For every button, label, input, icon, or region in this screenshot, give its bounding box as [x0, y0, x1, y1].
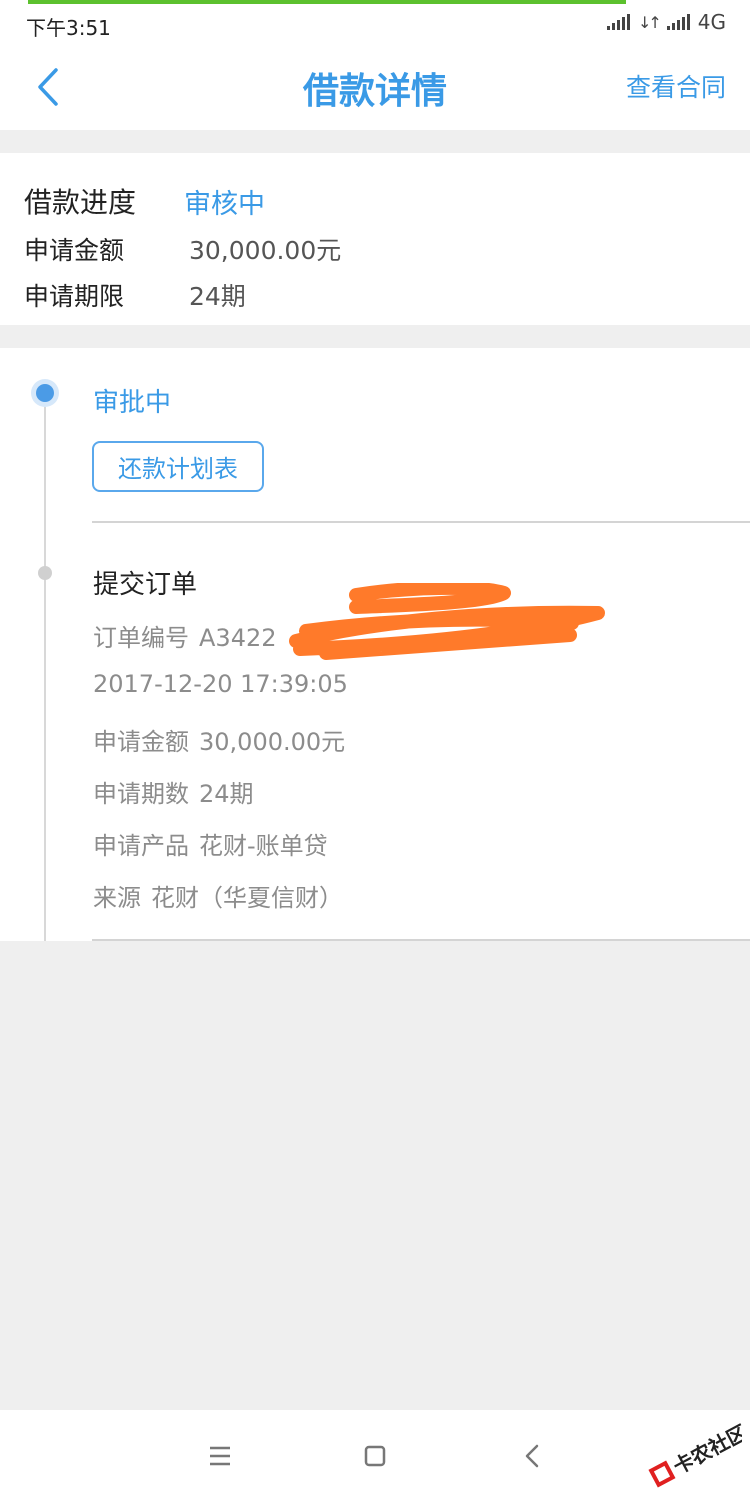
order-source-row: 来源 花财（华夏信财） — [93, 878, 343, 913]
order-amount-label: 申请金额 — [93, 728, 189, 756]
header: 借款详情 查看合同 — [0, 44, 750, 130]
timeline-dot — [38, 566, 52, 580]
order-amount-row: 申请金额 30,000.00元 — [93, 722, 345, 757]
timeline-line — [44, 393, 46, 941]
step-order-submitted: 提交订单 — [93, 570, 198, 600]
progress-label: 借款进度 — [24, 186, 137, 219]
watermark-text: 卡农社区 — [669, 1420, 742, 1479]
term-label: 申请期限 — [24, 282, 125, 311]
data-transfer-icon: ↓↑ — [637, 12, 662, 32]
divider-bottom — [92, 939, 750, 941]
order-number-value: A3422 — [199, 624, 277, 652]
network-type: 4G — [697, 10, 726, 34]
menu-icon[interactable] — [200, 1436, 240, 1476]
status-icons: ↓↑ 4G — [606, 10, 726, 34]
screen: 下午3:51 ↓↑ 4G 借款详情 查看合同 借款进度 审核中 申请金额 30,… — [0, 0, 750, 1500]
order-term-label: 申请期数 — [93, 780, 189, 808]
term-value: 24期 — [189, 282, 246, 311]
view-contract-link[interactable]: 查看合同 — [626, 68, 726, 104]
order-term-value: 24期 — [199, 780, 254, 808]
step-approving: 审批中 — [93, 388, 172, 418]
divider — [92, 521, 750, 523]
timeline-dot-active — [31, 379, 59, 407]
order-product-row: 申请产品 花财-账单贷 — [93, 826, 328, 861]
order-number-row: 订单编号 A3422 — [93, 618, 277, 653]
order-product-label: 申请产品 — [93, 832, 189, 860]
timeline-card: 审批中 还款计划表 提交订单 订单编号 A3422 2017-12-20 17:3… — [0, 348, 750, 941]
order-source-value: 花财（华夏信财） — [151, 884, 343, 912]
order-product-value: 花财-账单贷 — [199, 832, 328, 860]
home-icon[interactable] — [355, 1436, 395, 1476]
amount-row: 申请金额 30,000.00元 — [24, 231, 341, 267]
order-amount-value: 30,000.00元 — [199, 728, 346, 756]
repayment-plan-button[interactable]: 还款计划表 — [92, 441, 264, 492]
system-nav-bar: 卡农社区 — [0, 1410, 750, 1500]
amount-value: 30,000.00元 — [189, 236, 342, 265]
status-time: 下午3:51 — [26, 16, 111, 40]
amount-label: 申请金额 — [24, 236, 125, 265]
loading-bar — [28, 0, 626, 4]
order-term-row: 申请期数 24期 — [93, 774, 254, 809]
order-time: 2017-12-20 17:39:05 — [93, 670, 348, 698]
order-source-label: 来源 — [93, 884, 141, 912]
redaction-scribble — [289, 583, 605, 660]
signal-icon — [606, 14, 630, 30]
term-row: 申请期限 24期 — [24, 277, 246, 313]
status-bar: 下午3:51 ↓↑ 4G — [0, 0, 750, 44]
order-number-label: 订单编号 — [93, 624, 189, 652]
progress-value: 审核中 — [184, 188, 265, 220]
progress-row: 借款进度 审核中 — [24, 181, 265, 221]
nav-back-icon[interactable] — [513, 1436, 553, 1476]
loan-summary-card: 借款进度 审核中 申请金额 30,000.00元 申请期限 24期 — [0, 153, 750, 325]
signal-icon-2 — [666, 14, 690, 30]
watermark-logo: 卡农社区 — [648, 1420, 742, 1488]
